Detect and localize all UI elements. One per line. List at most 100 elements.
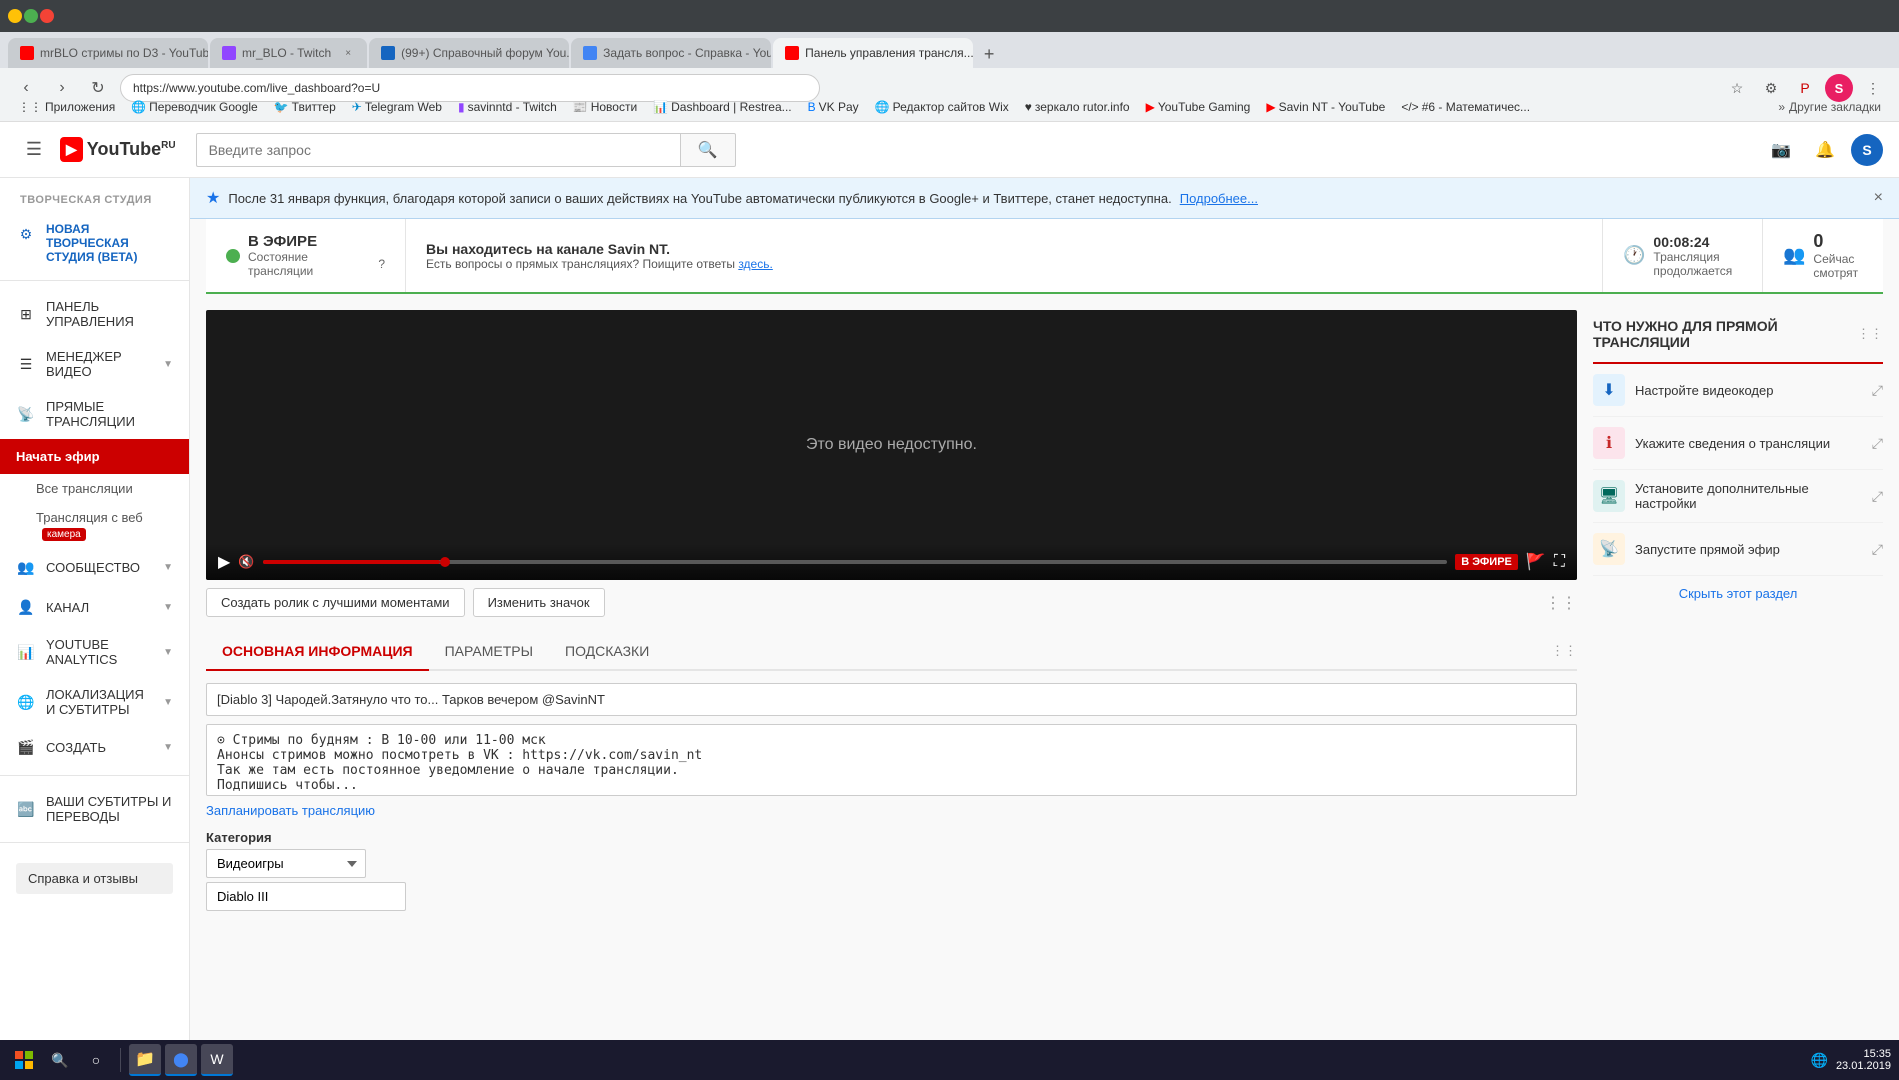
sidebar-item-community[interactable]: 👥 СООБЩЕСТВО ▼ [0, 547, 189, 587]
upload-button[interactable]: 📷 [1763, 132, 1799, 168]
description-textarea[interactable]: ⊙ Стримы по будням : В 10-00 или 11-00 м… [206, 724, 1577, 796]
tab-hints[interactable]: ПОДСКАЗКИ [549, 633, 665, 671]
more-bookmarks[interactable]: » Другие закладки [1772, 98, 1887, 116]
bookmark-vkpay[interactable]: В VK Pay [802, 98, 865, 116]
user-avatar[interactable]: S [1851, 134, 1883, 166]
network-icon[interactable]: 🌐 [1811, 1052, 1828, 1069]
bookmark-twitter[interactable]: 🐦 Твиттер [268, 98, 342, 116]
bookmark-math[interactable]: </> #6 - Математичес... [1395, 98, 1536, 116]
game-input[interactable] [206, 882, 406, 911]
mute-button[interactable]: 🔇 [238, 554, 254, 570]
star-icon[interactable]: ☆ [1723, 74, 1751, 102]
sidebar-item-localization[interactable]: 🌐 ЛОКАЛИЗАЦИЯ И СУБТИТРЫ ▼ [0, 677, 189, 727]
tab-close-2[interactable]: × [341, 46, 355, 60]
browser-tab-5[interactable]: Панель управления трансля... × [773, 38, 973, 68]
banner-close-button[interactable]: × [1874, 189, 1883, 207]
sidebar-item-video-manager[interactable]: ☰ МЕНЕДЖЕР ВИДЕО ▼ [0, 339, 189, 389]
browser-tab-2[interactable]: mr_BLO - Twitch × [210, 38, 367, 68]
settings-label[interactable]: Установите дополнительные настройки [1635, 481, 1862, 511]
grid-icon[interactable]: ⋮⋮ [1545, 593, 1577, 613]
new-tab-button[interactable]: + [975, 40, 1003, 68]
video-player[interactable]: Это видео недоступно. ▶ 🔇 В ЭФИРЕ 🚩 [206, 310, 1577, 580]
bookmark-translate-label: Переводчик Google [149, 100, 258, 114]
sidebar-sub-webcam[interactable]: Трансляция с веб камера [0, 503, 189, 547]
sidebar-item-new-studio[interactable]: ⚙ НОВАЯ ТВОРЧЕСКАЯ СТУДИЯ (BETA) [0, 214, 189, 272]
bookmark-apps[interactable]: ⋮⋮ Приложения [12, 98, 121, 116]
encoder-label[interactable]: Настройте видеокодер [1635, 383, 1862, 398]
taskbar-separator-1 [120, 1048, 121, 1072]
taskbar-chrome-icon[interactable]: ⬤ [165, 1044, 197, 1076]
dashboard-icon: ⊞ [16, 304, 36, 324]
sidebar-item-create[interactable]: 🎬 СОЗДАТЬ ▼ [0, 727, 189, 767]
details-expand-icon[interactable]: ⤢ [1872, 435, 1883, 452]
wix-icon: 🌐 [875, 100, 890, 114]
info-icon[interactable]: ? [378, 257, 385, 271]
category-select[interactable]: Видеоигры [206, 849, 366, 878]
window-controls[interactable]: ─ □ × [8, 9, 54, 23]
tab-parameters[interactable]: ПАРАМЕТРЫ [429, 633, 549, 671]
create-clip-button[interactable]: Создать ролик с лучшими моментами [206, 588, 465, 617]
taskbar-cortana-icon[interactable]: ○ [80, 1044, 112, 1076]
tab-basic-info[interactable]: ОСНОВНАЯ ИНФОРМАЦИЯ [206, 633, 429, 671]
video-left: Это видео недоступно. ▶ 🔇 В ЭФИРЕ 🚩 [206, 310, 1577, 923]
bookmark-dashboard[interactable]: 📊 Dashboard | Restrea... [647, 98, 797, 116]
settings-expand-icon[interactable]: ⤢ [1872, 488, 1883, 505]
start-live-expand-icon[interactable]: ⤢ [1872, 541, 1883, 558]
flag-button[interactable]: 🚩 [1526, 552, 1546, 572]
schedule-link[interactable]: Запланировать трансляцию [206, 799, 375, 822]
sidebar-item-dashboard[interactable]: ⊞ ПАНЕЛЬ УПРАВЛЕНИЯ [0, 289, 189, 339]
bookmark-rutor-label: зеркало rutor.info [1035, 100, 1130, 114]
change-thumbnail-button[interactable]: Изменить значок [473, 588, 605, 617]
sidebar-sub-all-broadcasts[interactable]: Все трансляции [0, 474, 189, 503]
start-button[interactable] [8, 1044, 40, 1076]
sidebar-item-subtitles[interactable]: 🔤 ВАШИ СУБТИТРЫ И ПЕРЕВОДЫ [0, 784, 189, 834]
browser-tab-1[interactable]: mrBLO стримы по D3 - YouTube × [8, 38, 208, 68]
drag-icon[interactable]: ⋮⋮ [1857, 326, 1883, 342]
right-panel: ЧТО НУЖНО ДЛЯ ПРЯМОЙ ТРАНСЛЯЦИИ ⋮⋮ ⬇ Нас… [1593, 310, 1883, 923]
fullscreen-button[interactable]: ⛶ [1554, 552, 1565, 572]
title-input[interactable] [206, 683, 1577, 716]
search-button[interactable]: 🔍 [680, 133, 736, 167]
help-button[interactable]: Справка и отзывы [16, 863, 173, 894]
bookmark-translate[interactable]: 🌐 Переводчик Google [125, 98, 264, 116]
browser-tab-4[interactable]: Задать вопрос - Справка - You... × [571, 38, 771, 68]
bookmark-news[interactable]: 📰 Новости [567, 98, 643, 116]
notifications-button[interactable]: 🔔 [1807, 132, 1843, 168]
banner-link[interactable]: Подробнее... [1180, 191, 1258, 206]
sidebar-item-live[interactable]: 📡 ПРЯМЫЕ ТРАНСЛЯЦИИ [0, 389, 189, 439]
search-box[interactable]: 🔍 [196, 133, 736, 167]
hide-section-link[interactable]: Скрыть этот раздел [1593, 576, 1883, 611]
sidebar-sub-start-broadcast[interactable]: Начать эфир [0, 439, 189, 474]
video-controls: ▶ 🔇 В ЭФИРЕ 🚩 ⛶ [206, 544, 1577, 580]
taskbar-wordpress-icon[interactable]: W [201, 1044, 233, 1076]
minimize-button[interactable]: ─ [8, 9, 22, 23]
taskbar-search-icon[interactable]: 🔍 [44, 1044, 76, 1076]
questions-link[interactable]: здесь. [738, 257, 773, 271]
details-label[interactable]: Укажите сведения о трансляции [1635, 436, 1862, 451]
progress-bar[interactable] [263, 560, 1448, 564]
taskbar-right: 🌐 15:35 23.01.2019 [1811, 1048, 1892, 1072]
bookmark-rutor[interactable]: ♥ зеркало rutor.info [1019, 98, 1136, 116]
video-right-controls: 🚩 ⛶ [1526, 552, 1565, 572]
play-button[interactable]: ▶ [218, 552, 230, 572]
tabs-grid-icon[interactable]: ⋮⋮ [1551, 643, 1577, 659]
bookmark-ytgaming[interactable]: ▶ YouTube Gaming [1140, 98, 1257, 116]
search-input[interactable] [196, 133, 680, 167]
sidebar-item-analytics[interactable]: 📊 YOUTUBE ANALYTICS ▼ [0, 627, 189, 677]
browser-tab-3[interactable]: (99+) Справочный форум You... × [369, 38, 569, 68]
maximize-button[interactable]: □ [24, 9, 38, 23]
close-button[interactable]: × [40, 9, 54, 23]
live-badge[interactable]: В ЭФИРЕ [1455, 554, 1518, 570]
encoder-expand-icon[interactable]: ⤢ [1872, 382, 1883, 399]
youtube-logo[interactable]: ▶ YouTubeRU [60, 137, 176, 162]
hamburger-menu-button[interactable]: ☰ [16, 132, 52, 168]
bookmark-twitch[interactable]: ▮ savinntd - Twitch [452, 98, 563, 116]
sidebar-item-channel[interactable]: 👤 КАНАЛ ▼ [0, 587, 189, 627]
bookmark-savinyt[interactable]: ▶ Savin NT - YouTube [1260, 98, 1391, 116]
browser-tabs-bar: mrBLO стримы по D3 - YouTube × mr_BLO - … [0, 32, 1899, 68]
bookmark-wix[interactable]: 🌐 Редактор сайтов Wix [869, 98, 1015, 116]
start-live-label[interactable]: Запустите прямой эфир [1635, 542, 1862, 557]
viewers-label: Сейчас смотрят [1813, 252, 1863, 280]
bookmark-telegram[interactable]: ✈ Telegram Web [346, 98, 448, 116]
taskbar-explorer-icon[interactable]: 📁 [129, 1044, 161, 1076]
